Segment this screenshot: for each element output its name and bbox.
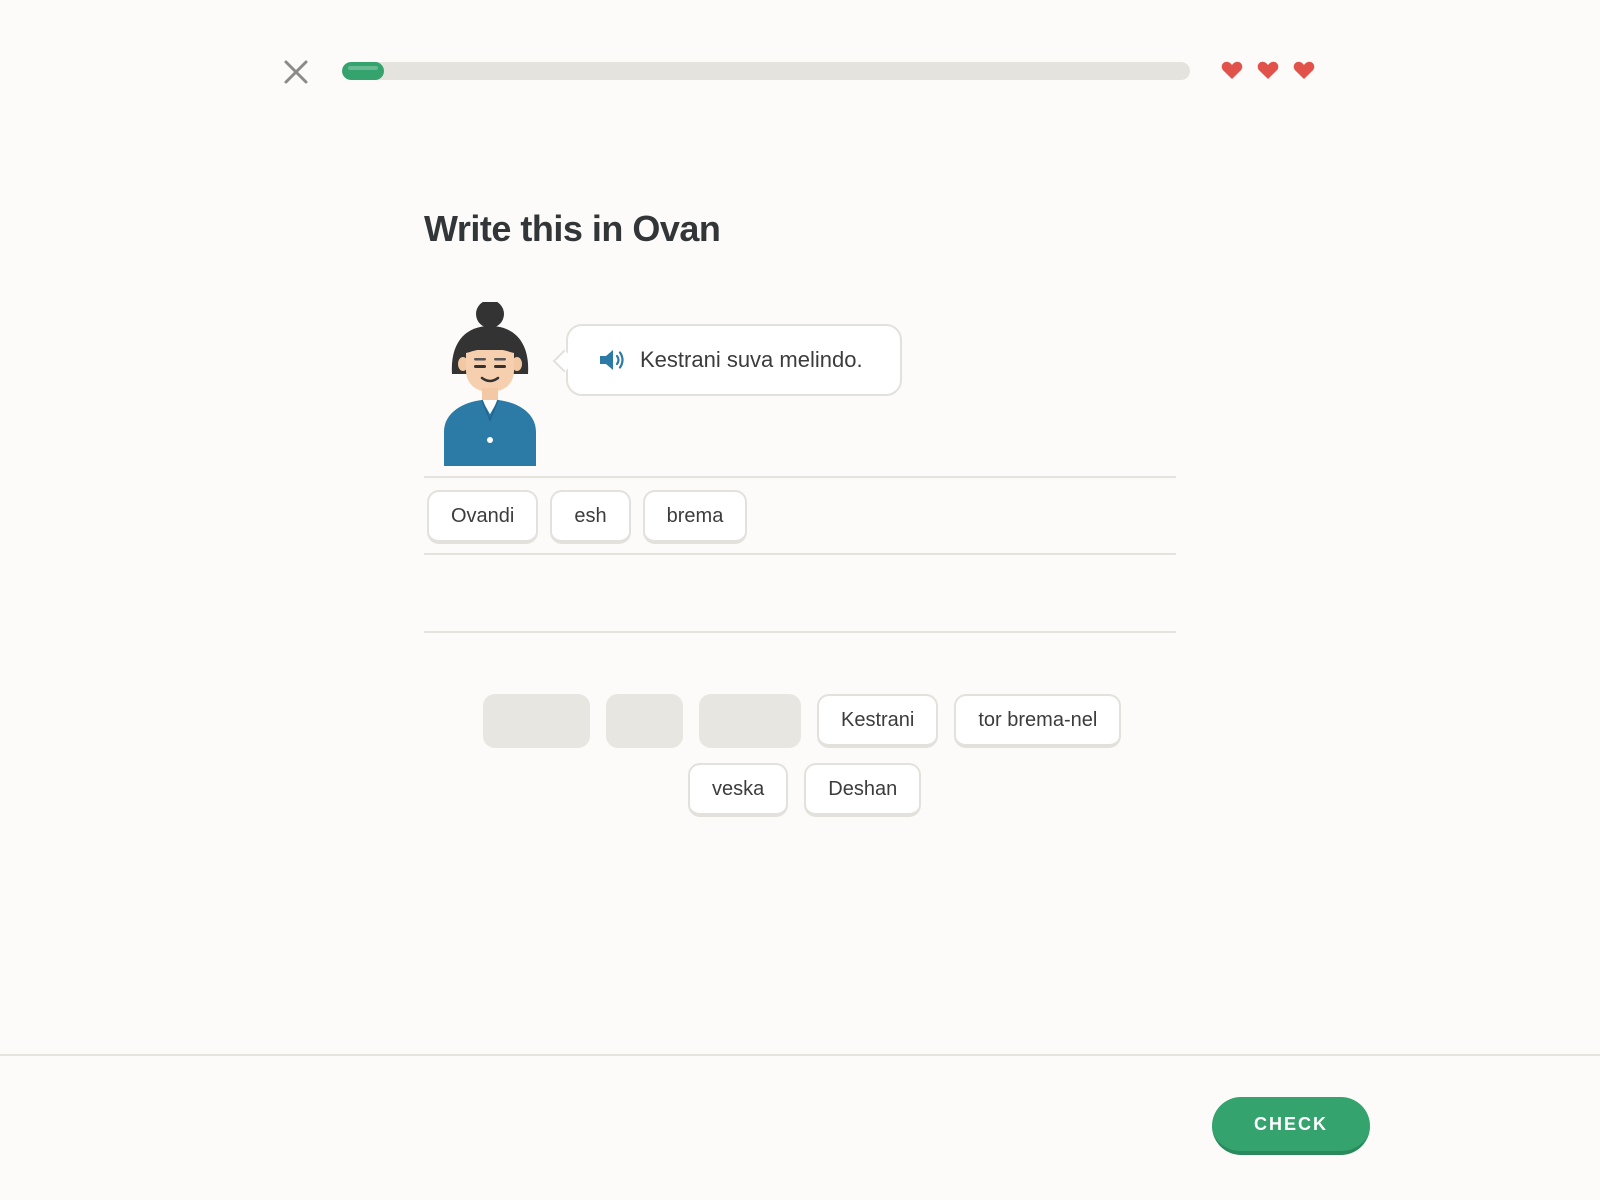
- word-bank-chip[interactable]: tor brema-nel: [954, 694, 1122, 748]
- word-bank-row: Kestrani tor brema-nel: [483, 694, 1122, 748]
- page-title: Write this in Ovan: [424, 208, 721, 249]
- close-icon[interactable]: [282, 58, 310, 86]
- answer-line: [424, 631, 1176, 633]
- hearts: [1220, 58, 1316, 82]
- lesson-screen: Write this in Ovan Kestrani suva melindo…: [0, 0, 1600, 1200]
- answer-word-chip[interactable]: brema: [642, 490, 748, 544]
- character-avatar: [444, 302, 536, 466]
- answer-word-chip[interactable]: Ovandi: [427, 490, 539, 544]
- bubble-tail: [552, 349, 576, 373]
- progress-bar-fill: [342, 62, 385, 80]
- heart-icon: [1221, 61, 1243, 79]
- word-bank-slot-used: [606, 694, 683, 748]
- speech-bubble: Kestrani suva melindo.: [552, 324, 902, 396]
- progress-bar: [342, 62, 1190, 80]
- footer-divider: [0, 1054, 1600, 1056]
- answer-line: [424, 553, 1176, 555]
- answer-word-chip[interactable]: esh: [550, 490, 631, 544]
- prompt-sentence: Kestrani suva melindo.: [640, 347, 863, 372]
- word-bank-row: veska Deshan: [688, 763, 922, 817]
- word-bank-chip[interactable]: Kestrani: [817, 694, 939, 748]
- word-bank-slot-used: [483, 694, 590, 748]
- heart-icon: [1257, 61, 1279, 79]
- word-bank-slot-used: [699, 694, 801, 748]
- word-bank-chip[interactable]: veska: [688, 763, 789, 817]
- check-button[interactable]: CHECK: [1212, 1097, 1370, 1155]
- speaker-icon[interactable]: [598, 348, 626, 372]
- word-bank-chip[interactable]: Deshan: [804, 763, 922, 817]
- answer-line: [424, 476, 1176, 478]
- answer-area: Ovandi esh brema: [427, 490, 748, 544]
- heart-icon: [1293, 61, 1315, 79]
